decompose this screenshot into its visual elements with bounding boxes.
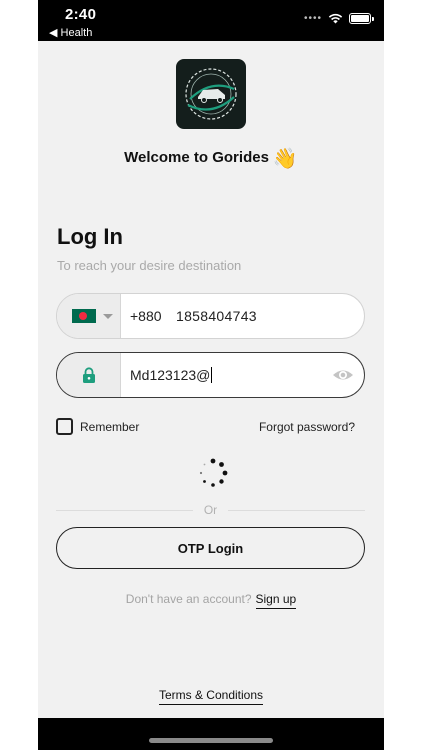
status-icons: •••• [303,13,374,24]
welcome-heading: Welcome to Gorides 👋 [38,146,384,171]
signal-icon: •••• [303,13,322,24]
status-bar: 2:40 ◀ Health •••• [38,0,384,41]
waving-hand-icon: 👋 [272,148,298,170]
remember-label: Remember [80,420,140,434]
battery-icon [349,13,374,24]
country-code: +880 [130,308,162,324]
country-selector[interactable] [57,294,121,338]
or-divider: Or [56,502,365,518]
signup-link[interactable]: Sign up [255,592,297,609]
phone-field[interactable]: +880 1858404743 [56,293,365,339]
signup-row: Don't have an account? Sign up [38,592,384,609]
forgot-password-link[interactable]: Forgot password? [259,420,355,434]
no-account-text: Don't have an account? [125,592,252,606]
password-field[interactable]: Md123123@ [56,352,365,398]
app-logo [176,59,246,129]
chevron-down-icon [103,314,113,319]
remember-checkbox[interactable] [56,418,73,435]
lock-icon [83,367,95,383]
phone-number-input[interactable]: 1858404743 [176,308,257,324]
terms-row: Terms & Conditions [38,688,384,705]
text-caret [211,367,213,383]
page-subtitle: To reach your desire destination [57,258,242,273]
divider-label: Or [203,503,218,517]
eye-icon[interactable] [332,365,354,385]
wifi-icon [328,13,343,24]
lock-icon-box [57,353,121,397]
loading-spinner-icon [199,458,228,487]
bangladesh-flag-icon [72,309,96,323]
welcome-text: Welcome to Gorides [124,149,269,166]
status-time: 2:40 [65,6,97,23]
car-logo-icon [185,68,237,120]
password-value: Md123123@ [130,367,211,383]
back-to-app-link[interactable]: ◀ Health [49,26,92,39]
page-title: Log In [57,224,123,249]
phone-screen: 2:40 ◀ Health •••• Welcome to Gorides 👋 … [38,0,384,750]
password-input[interactable]: Md123123@ [130,367,213,383]
bottom-bar [38,718,384,750]
home-indicator[interactable] [149,738,273,743]
otp-login-button[interactable]: OTP Login [56,527,365,569]
terms-link[interactable]: Terms & Conditions [158,688,264,705]
